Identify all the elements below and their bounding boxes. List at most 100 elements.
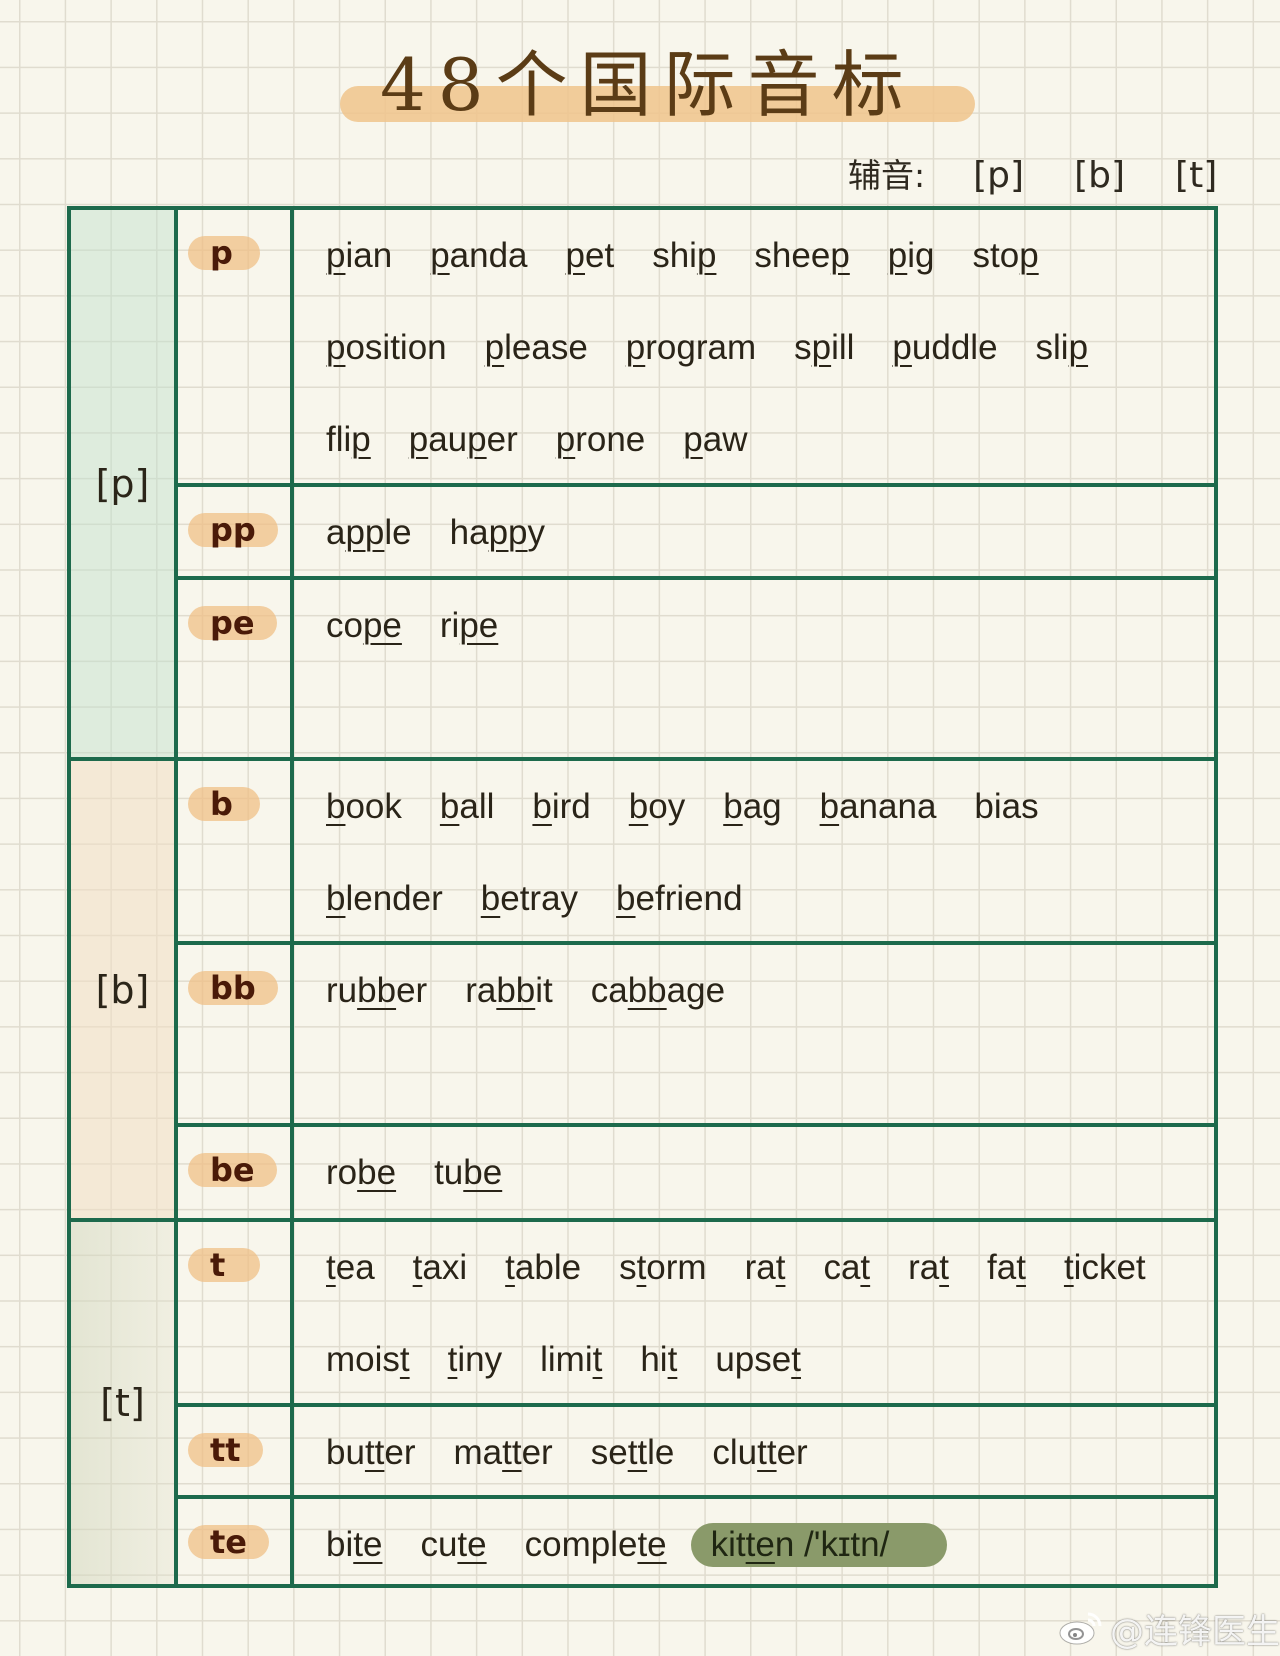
example-word: banana [819,787,937,826]
example-word: tiny [447,1340,503,1379]
page-title: 48个国际音标 [380,43,916,127]
spelling-pill: be [188,1153,277,1187]
example-words: pian panda pet ship sheep pig stop position plea… [326,210,1214,486]
example-word: ripe [439,606,499,645]
phoneme-label: [p] [71,210,178,757]
example-word: ball [439,787,495,826]
example-word: befriend [616,879,743,918]
example-word: settle [590,1433,675,1472]
spelling-row-te: te bite cute complete kitten /'kɪtn/ [178,1495,1214,1588]
word-line: cope ripe [326,580,1214,672]
watermark: @连锋医生 [1058,1608,1280,1652]
spelling-row-tt: tt butter matter settle clutter [178,1403,1214,1495]
example-word: ship [652,236,717,275]
example-word: tube [434,1153,503,1192]
example-word: matter [453,1433,553,1472]
example-word: clutter [712,1433,808,1472]
spelling-row-pp: pp apple happy [178,483,1214,576]
example-words: bite cute complete kitten /'kɪtn/ [326,1499,1214,1591]
example-word: puddle [892,328,998,367]
example-word: moist [326,1340,410,1379]
group-b: [b] b book ball bird boy bag banana bias blende… [71,757,1214,1218]
example-word: please [484,328,588,367]
example-words: rubber rabbit cabbage [326,945,1214,1037]
spelling-pill: tt [188,1433,263,1467]
example-word: limit [540,1340,603,1379]
group-p: [p] p pian panda pet ship sheep pig stop positi… [71,210,1214,757]
word-line: butter matter settle clutter [326,1407,1214,1499]
spelling-row-t: t tea taxi table storm rat cat rat fat ticket moi… [178,1222,1214,1403]
spelling-pill: t [188,1248,260,1282]
example-word: cope [326,606,402,645]
word-line: blender betray befriend [326,853,1214,945]
example-words: cope ripe [326,580,1214,672]
example-word: book [326,787,402,826]
example-word: hit [640,1340,678,1379]
example-word: pian [326,236,393,275]
phoneme-label: [t] [71,1222,178,1584]
legend-symbol-p: [p] [973,155,1025,196]
phonics-table: [p] p pian panda pet ship sheep pig stop positi… [67,206,1218,1588]
example-word: blender [326,879,443,918]
spelling-row-b: b book ball bird boy bag banana bias blender bet… [178,761,1214,941]
spelling-pill: te [188,1525,269,1559]
example-word: sheep [754,236,850,275]
example-word: cute [420,1525,487,1564]
spelling-row-be: be robe tube [178,1123,1214,1218]
spelling-pill: b [188,787,260,821]
example-word: happy [449,513,546,552]
spelling-pill: p [188,236,260,270]
word-line: rubber rabbit cabbage [326,945,1214,1037]
example-word: position [326,328,447,367]
example-word: storm [619,1248,707,1287]
example-word: robe [326,1153,397,1192]
example-word: taxi [412,1248,468,1287]
word-line: robe tube [326,1127,1214,1219]
weibo-icon [1059,1612,1102,1645]
spelling-pill: pe [188,606,277,640]
word-line: tea taxi table storm rat cat rat fat ticket [326,1222,1214,1314]
example-word: stop [972,236,1039,275]
spelling-pill: bb [188,971,278,1005]
word-line: pian panda pet ship sheep pig stop [326,210,1214,302]
example-word: complete [524,1525,667,1564]
spelling-row-pe: pe cope ripe [178,576,1214,757]
word-line: apple happy [326,487,1214,579]
example-words: apple happy [326,487,1214,579]
example-word: pet [565,236,615,275]
example-word: program [625,328,757,367]
example-word: ticket [1063,1248,1146,1287]
example-word: slip [1035,328,1089,367]
example-word: bird [532,787,591,826]
example-word: apple [326,513,412,552]
example-word: panda [430,236,528,275]
example-words: book ball bird boy bag banana bias blender betra… [326,761,1214,945]
spelling-pill: pp [188,513,278,547]
example-word: spill [794,328,855,367]
example-word: butter [326,1433,416,1472]
example-word: bite [326,1525,383,1564]
example-word: pauper [408,420,518,459]
example-word: flip [326,420,371,459]
example-words: butter matter settle clutter [326,1407,1214,1499]
example-word: rubber [326,971,428,1010]
example-word: bag [723,787,782,826]
consonant-label: 辅音: [848,156,926,195]
example-word: paw [683,420,748,459]
example-word: bias [974,787,1039,826]
example-word: table [505,1248,582,1287]
example-word: pig [887,236,935,275]
example-word: cat [823,1248,871,1287]
example-word: rabbit [465,971,553,1010]
spelling-row-bb: bb rubber rabbit cabbage [178,941,1214,1123]
word-line: moist tiny limit hit upset [326,1314,1214,1406]
legend-symbol-b: [b] [1074,155,1126,196]
phoneme-label: [b] [71,761,178,1218]
consonant-legend: 辅音: [p] [b] [t] [848,150,1217,202]
example-word: rat [908,1248,949,1287]
example-words: tea taxi table storm rat cat rat fat ticket moist… [326,1222,1214,1406]
example-word: betray [480,879,579,918]
legend-symbol-t: [t] [1175,155,1218,196]
example-word: tea [326,1248,375,1287]
word-line: bite cute complete kitten /'kɪtn/ [326,1499,1214,1591]
